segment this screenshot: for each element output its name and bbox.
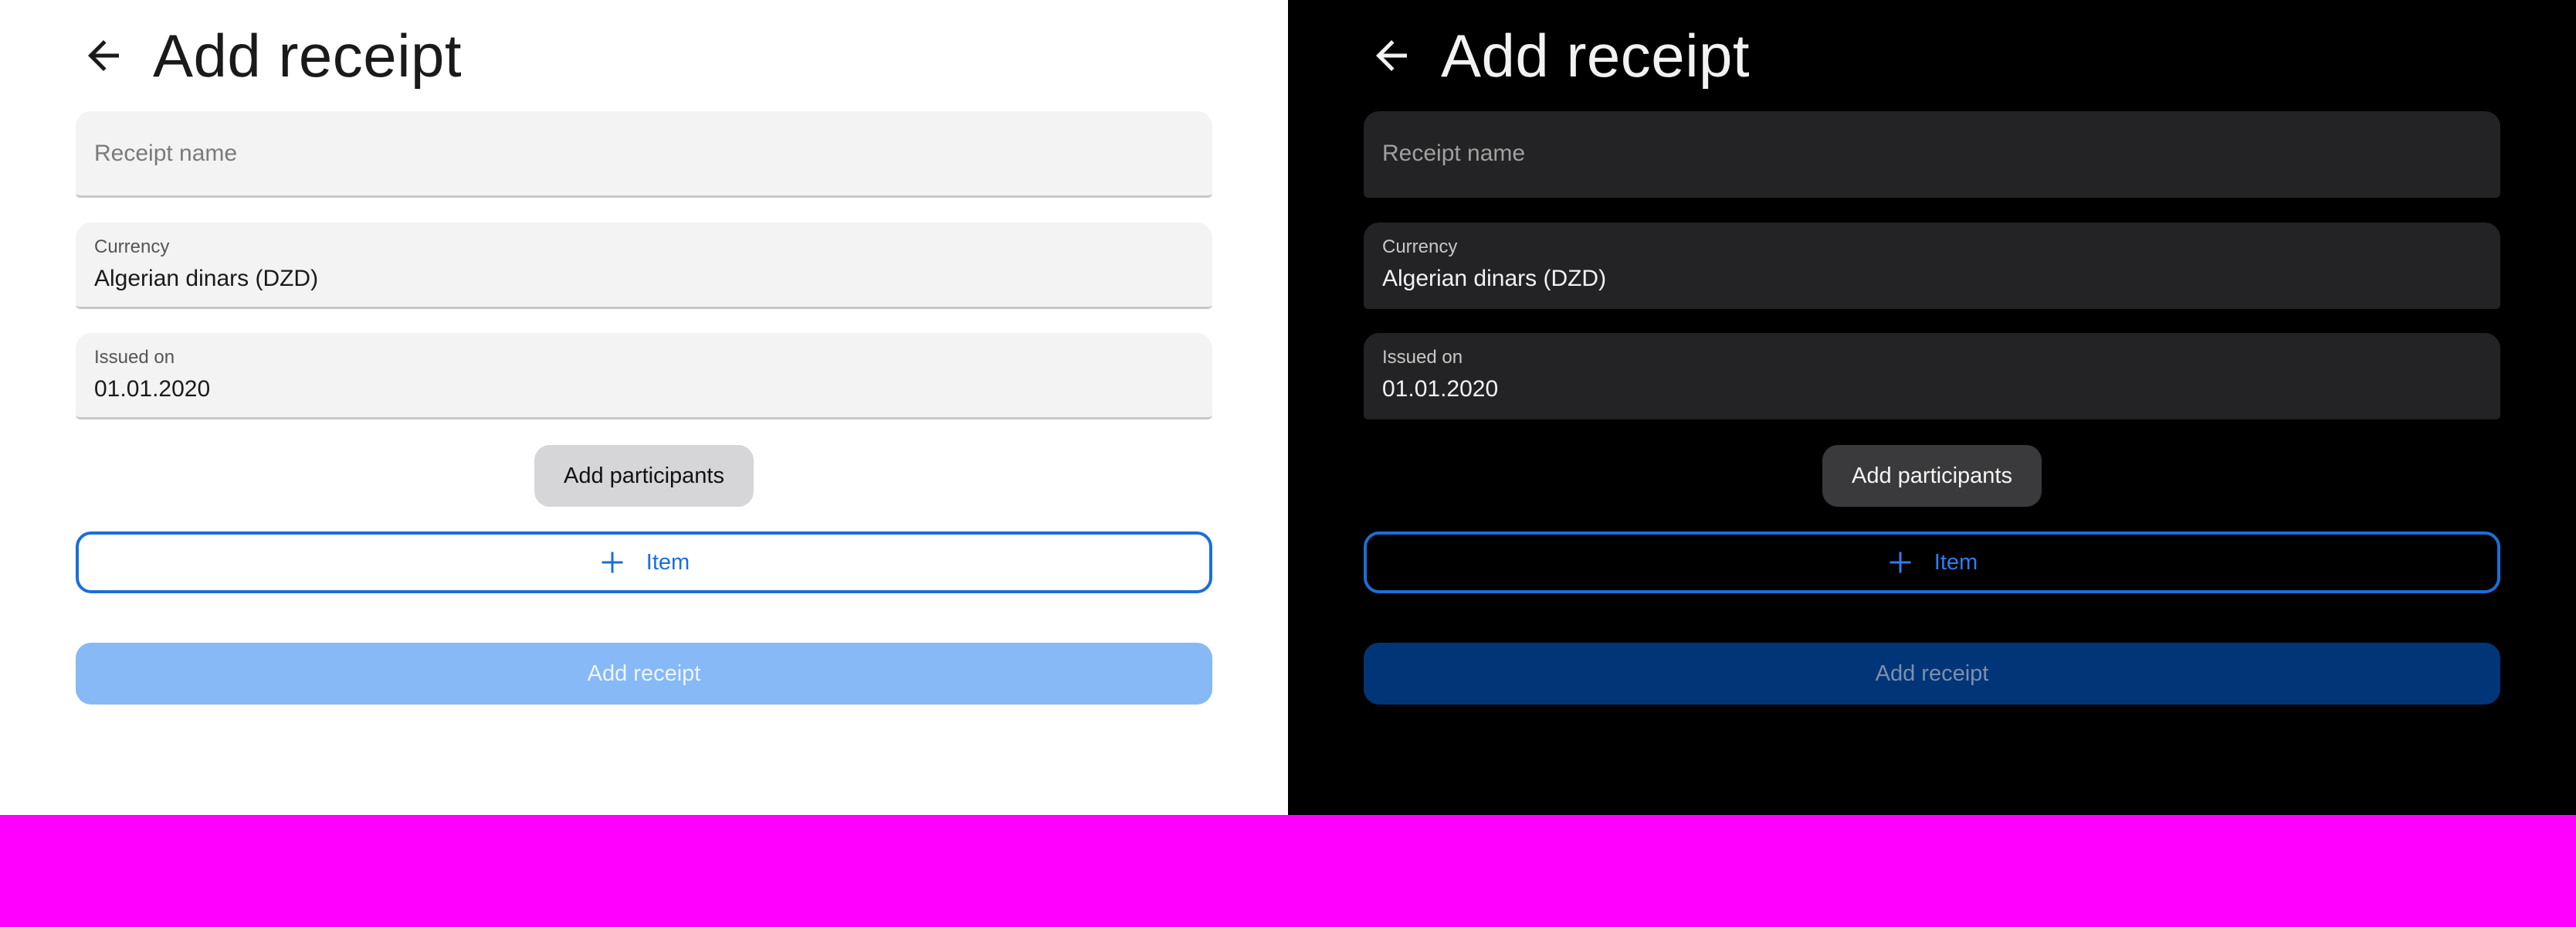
- light-theme-screen: Add receipt Receipt name Currency Algeri…: [0, 0, 1288, 815]
- add-participants-button[interactable]: Add participants: [534, 445, 754, 507]
- add-participants-button[interactable]: Add participants: [1822, 445, 2042, 507]
- app-header: Add receipt: [76, 17, 462, 94]
- issued-on-value: 01.01.2020: [1382, 376, 1499, 402]
- add-item-button[interactable]: Item: [1364, 531, 2500, 593]
- page-title: Add receipt: [1441, 21, 1751, 90]
- dark-theme-screen: Add receipt Receipt name Currency Algeri…: [1288, 0, 2576, 815]
- page-title: Add receipt: [153, 21, 463, 90]
- add-item-label: Item: [646, 549, 690, 575]
- currency-value: Algerian dinars (DZD): [1382, 266, 1607, 291]
- add-receipt-submit-button[interactable]: Add receipt: [1364, 643, 2500, 705]
- issued-on-value: 01.01.2020: [94, 376, 211, 402]
- issued-on-field[interactable]: Issued on 01.01.2020: [76, 333, 1212, 419]
- currency-select[interactable]: Currency Algerian dinars (DZD): [76, 222, 1212, 309]
- issued-on-label: Issued on: [1382, 347, 1463, 368]
- receipt-name-placeholder: Receipt name: [1382, 141, 1526, 166]
- issued-on-field[interactable]: Issued on 01.01.2020: [1364, 333, 2500, 419]
- currency-select[interactable]: Currency Algerian dinars (DZD): [1364, 222, 2500, 309]
- receipt-name-placeholder: Receipt name: [94, 141, 238, 166]
- add-item-label: Item: [1934, 549, 1978, 575]
- add-item-button[interactable]: Item: [76, 531, 1212, 593]
- arrow-left-icon: [88, 40, 119, 71]
- back-button[interactable]: [1364, 28, 1419, 83]
- app-header: Add receipt: [1364, 17, 1750, 94]
- plus-icon: [1890, 552, 1911, 573]
- back-button[interactable]: [76, 28, 131, 83]
- receipt-name-input[interactable]: Receipt name: [1364, 111, 2500, 198]
- currency-label: Currency: [1382, 236, 1458, 257]
- plus-icon: [602, 552, 623, 573]
- receipt-name-input[interactable]: Receipt name: [76, 111, 1212, 198]
- issued-on-label: Issued on: [94, 347, 175, 368]
- add-receipt-submit-button[interactable]: Add receipt: [76, 643, 1212, 705]
- arrow-left-icon: [1376, 40, 1407, 71]
- currency-value: Algerian dinars (DZD): [94, 266, 319, 291]
- currency-label: Currency: [94, 236, 170, 257]
